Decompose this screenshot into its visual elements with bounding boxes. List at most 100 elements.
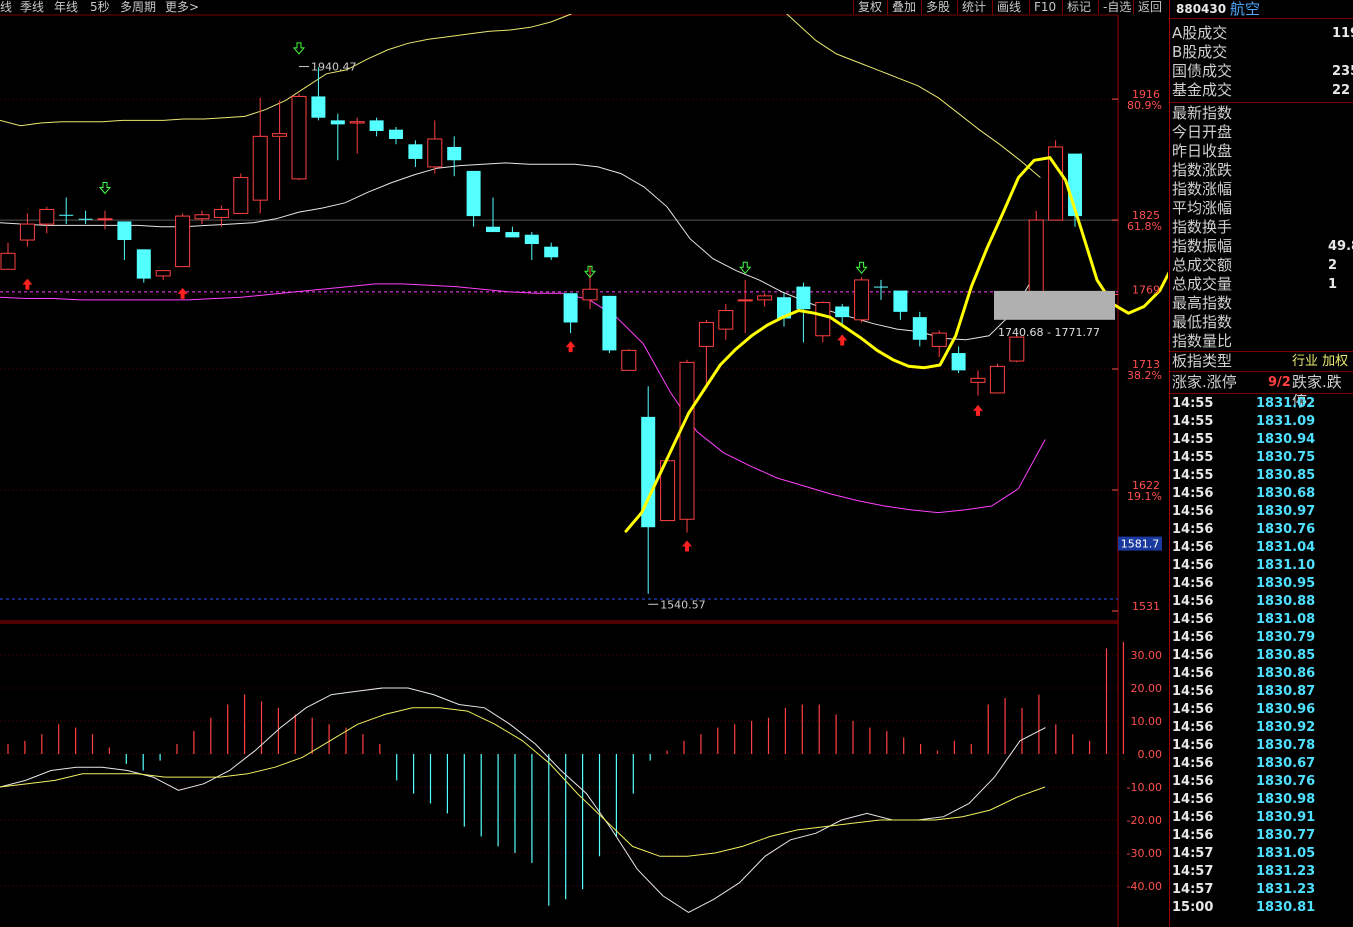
candle-body (970, 377, 986, 383)
tick-row: 15:00 1830.81 (1170, 899, 1353, 917)
tick-row: 14:56 1831.08 (1170, 611, 1353, 629)
toolbar-button-5[interactable]: F10 (1029, 0, 1056, 14)
tick-row: 14:56 1830.96 (1170, 701, 1353, 719)
tick-row: 14:56 1830.76 (1170, 521, 1353, 539)
candle (39, 206, 55, 234)
tick-time: 14:56 (1172, 810, 1214, 825)
toolbar-button-7[interactable]: -自选 (1098, 0, 1131, 14)
index-field-row: 指数振幅 (1172, 237, 1232, 256)
tick-price: 1830.87 (1256, 684, 1316, 699)
buy-signal-arrow (177, 287, 188, 299)
tick-row: 14:56 1830.86 (1170, 665, 1353, 683)
candle (233, 173, 249, 214)
tick-row: 14:56 1830.88 (1170, 593, 1353, 611)
candle (272, 100, 288, 201)
tick-price: 1831.23 (1256, 882, 1316, 897)
period-tab-4[interactable]: 多周期 (120, 0, 156, 14)
tick-time: 14:55 (1172, 450, 1214, 465)
candle (874, 279, 888, 300)
candle (330, 113, 345, 161)
candle-body (1028, 219, 1044, 294)
tick-row: 14:56 1830.85 (1170, 647, 1353, 665)
period-tab-2[interactable]: 年线 (54, 0, 78, 14)
period-tab-0[interactable]: 线 (0, 0, 12, 14)
tick-row: 14:56 1830.95 (1170, 575, 1353, 593)
current-price-text: 1581.7 (1121, 538, 1160, 551)
tick-row: 14:56 1830.79 (1170, 629, 1353, 647)
tick-row: 14:56 1830.87 (1170, 683, 1353, 701)
upper-band-line (0, 0, 1041, 178)
candle (602, 295, 617, 354)
tick-price: 1830.76 (1256, 522, 1316, 537)
toolbar-button-3[interactable]: 统计 (957, 0, 986, 14)
candle (291, 93, 307, 181)
toolbar-button-6[interactable]: 标记 (1062, 0, 1091, 14)
candle (931, 330, 947, 358)
section-divider (1170, 371, 1353, 372)
tick-price: 1830.85 (1256, 648, 1316, 663)
period-tab-3[interactable]: 5秒 (90, 0, 110, 14)
candle-body (679, 361, 695, 520)
tick-time: 14:56 (1172, 684, 1214, 699)
candle-body (931, 332, 947, 347)
candle (1048, 140, 1064, 221)
tick-price: 1830.81 (1256, 900, 1316, 915)
candle-body (408, 144, 423, 159)
candle-body (582, 288, 598, 301)
index-field-row: 总成交额 (1172, 256, 1232, 275)
candle-body (737, 299, 753, 302)
index-header: 880430 航空 (1170, 0, 1353, 19)
toolbar-button-1[interactable]: 叠加 (887, 0, 916, 14)
index-field-label: 最新指数 (1172, 104, 1233, 122)
candle (194, 210, 210, 225)
tick-price: 1830.95 (1256, 576, 1316, 591)
period-tab-5[interactable]: 更多> (165, 0, 199, 14)
tick-time: 14:57 (1172, 882, 1214, 897)
tick-row: 14:57 1831.23 (1170, 881, 1353, 899)
tick-row: 14:56 1830.68 (1170, 485, 1353, 503)
tick-row: 14:56 1830.91 (1170, 809, 1353, 827)
tick-row: 14:55 1830.75 (1170, 449, 1353, 467)
candle-body (19, 223, 35, 241)
macd-axis-label: -30.00 (1127, 847, 1162, 860)
toolbar-button-0[interactable]: 复权 (853, 0, 882, 14)
tick-time: 14:56 (1172, 702, 1214, 717)
macd-panel: 30.00 20.00 10.00 0.00 -10.00 -20.00 -30.00 -40… (0, 641, 1163, 913)
candle-body (291, 95, 307, 180)
tick-time: 14:56 (1172, 774, 1214, 789)
candle (893, 290, 908, 320)
buy-signal-arrow (837, 334, 848, 346)
candle-body (835, 306, 850, 318)
candle-body (854, 279, 870, 321)
axis-percent: 19.1% (1127, 490, 1162, 503)
tick-row: 14:56 1830.97 (1170, 503, 1353, 521)
candle (447, 136, 462, 177)
index-field-label: 最低指数 (1172, 313, 1233, 331)
candle-body (447, 146, 462, 161)
tick-time: 15:00 (1172, 900, 1214, 915)
tick-row: 14:56 1830.92 (1170, 719, 1353, 737)
tick-price: 1830.76 (1256, 774, 1316, 789)
candle-body (233, 177, 249, 214)
toolbar-button-2[interactable]: 多股 (921, 0, 950, 14)
macd-axis-label: 0.00 (1138, 748, 1163, 761)
high-label: 1940.47 (311, 61, 357, 74)
toolbar-button-8[interactable]: 返回 (1133, 0, 1162, 14)
kline-chart[interactable]: 30.00 20.00 10.00 0.00 -10.00 -20.00 -30.00 -40… (0, 0, 1168, 927)
candle (524, 232, 539, 260)
turnover-label: A股成交 (1172, 24, 1228, 42)
index-field-row: 指数涨跌 (1172, 161, 1232, 180)
axis-price: 1531 (1132, 600, 1160, 613)
macd-axis-label: -20.00 (1127, 814, 1162, 827)
period-tab-1[interactable]: 季线 (20, 0, 44, 14)
tick-price: 1830.77 (1256, 828, 1316, 843)
index-field-label: 总成交额 (1172, 256, 1233, 274)
index-field-label: 总成交量 (1172, 275, 1233, 293)
sell-signal-arrow (855, 261, 868, 275)
index-field-label: 最高指数 (1172, 294, 1233, 312)
candle (970, 370, 986, 396)
toolbar-button-4[interactable]: 画线 (992, 0, 1021, 14)
tick-price: 1831.09 (1256, 414, 1316, 429)
tick-time: 14:56 (1172, 630, 1214, 645)
turnover-value: 235 (1332, 64, 1353, 79)
